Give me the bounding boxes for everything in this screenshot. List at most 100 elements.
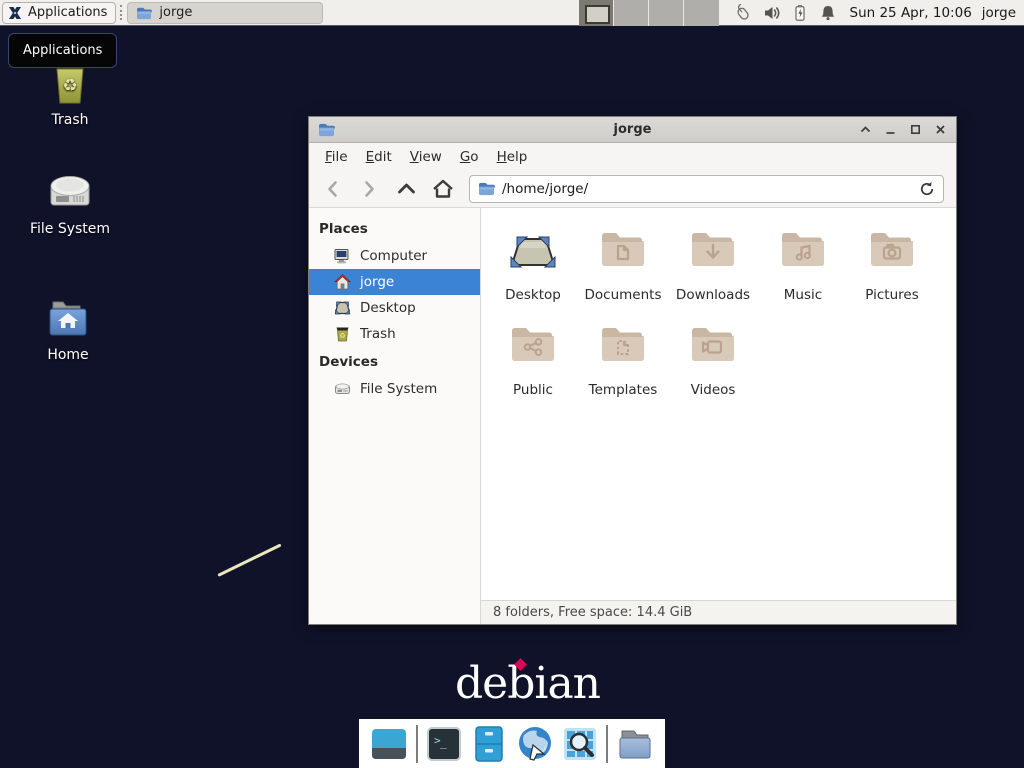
sidebar-item-desktop[interactable]: Desktop [309, 295, 480, 321]
folder-item-documents[interactable]: Documents [577, 220, 669, 303]
shade-icon[interactable] [858, 123, 872, 137]
close-icon[interactable] [933, 123, 947, 137]
tooltip-text: Applications [23, 43, 102, 58]
web-browser-icon[interactable] [516, 725, 554, 763]
right-pane: Desktop Documents Downloads Music Pictur [481, 208, 956, 624]
drive-icon [334, 381, 351, 397]
taskbar-window-label: jorge [159, 5, 192, 20]
folder-item-downloads[interactable]: Downloads [667, 220, 759, 303]
panel-drag-handle[interactable] [120, 5, 124, 20]
desktop-icon-label: Trash [52, 112, 89, 128]
menu-edit[interactable]: Edit [357, 146, 401, 168]
desktop-icon-trash[interactable]: ♻ Trash [10, 59, 130, 128]
panel-clock[interactable]: Sun 25 Apr, 10:06 [850, 5, 972, 21]
wallpaper-scratch-line [217, 543, 281, 576]
music-folder-icon [779, 228, 827, 272]
folder-icon-view[interactable]: Desktop Documents Downloads Music Pictur [481, 208, 956, 600]
up-icon[interactable] [395, 177, 417, 201]
svg-text:_: _ [440, 736, 447, 749]
menu-file[interactable]: File [316, 146, 357, 168]
downloads-folder-icon [689, 228, 737, 272]
pictures-folder-icon [868, 228, 916, 272]
workspace-1[interactable] [579, 0, 614, 26]
public-folder-icon [509, 323, 557, 367]
folder-item-pictures[interactable]: Pictures [846, 220, 938, 303]
side-pane: Places Computer jorge Desktop ♻ Trash De… [309, 208, 481, 624]
workspace-2[interactable] [614, 0, 649, 26]
file-cabinet-icon[interactable] [470, 725, 508, 763]
desktop-icon-label: Home [47, 347, 88, 363]
location-path-text: /home/jorge/ [502, 181, 588, 197]
applications-menu-button[interactable]: Applications [2, 2, 116, 24]
toolbar: /home/jorge/ [309, 170, 956, 208]
desktop-pad-icon [334, 300, 351, 316]
file-manager-window: jorge File Edit View Go Help /home/jorge… [308, 116, 957, 625]
minimize-icon[interactable] [883, 123, 897, 137]
places-header: Places [309, 214, 480, 243]
svg-text:♻: ♻ [62, 76, 77, 96]
computer-icon [334, 248, 351, 264]
sidebar-item-computer[interactable]: Computer [309, 243, 480, 269]
window-controls [858, 123, 947, 137]
desktop-icon-file-system[interactable]: File System [10, 170, 130, 237]
panel-right-group: Sun 25 Apr, 10:06 jorge [579, 0, 1024, 25]
sidebar-item-file-system[interactable]: File System [309, 376, 480, 402]
menu-help[interactable]: Help [488, 146, 537, 168]
reload-icon[interactable] [919, 181, 935, 197]
desktop-icon-home[interactable]: Home [8, 294, 128, 363]
window-body: Places Computer jorge Desktop ♻ Trash De… [309, 208, 956, 624]
home-icon[interactable] [432, 177, 454, 201]
bottom-dock: >_ [359, 719, 665, 768]
taskbar-window-button[interactable]: jorge [127, 2, 323, 24]
folder-item-label: Desktop [487, 287, 579, 303]
videos-folder-icon [689, 323, 737, 367]
folder-item-label: Pictures [846, 287, 938, 303]
battery-icon[interactable] [791, 4, 809, 22]
show-desktop-icon[interactable] [370, 725, 408, 763]
menubar: File Edit View Go Help [309, 143, 956, 170]
trash-icon: ♻ [334, 326, 351, 342]
terminal-icon[interactable]: >_ [425, 725, 463, 763]
folder-item-videos[interactable]: Videos [667, 315, 759, 398]
forward-icon[interactable] [358, 177, 380, 201]
workspace-3[interactable] [649, 0, 684, 26]
statusbar: 8 folders, Free space: 14.4 GiB [481, 600, 956, 624]
folder-item-label: Downloads [667, 287, 759, 303]
statusbar-text: 8 folders, Free space: 14.4 GiB [493, 605, 692, 620]
back-icon[interactable] [321, 177, 343, 201]
application-finder-icon[interactable] [561, 725, 599, 763]
dock-separator [606, 725, 608, 763]
maximize-icon[interactable] [908, 123, 922, 137]
folder-item-music[interactable]: Music [757, 220, 849, 303]
location-bar-input[interactable]: /home/jorge/ [469, 175, 944, 203]
directory-menu-icon[interactable] [616, 725, 654, 763]
sidebar-item-label: Trash [360, 326, 396, 342]
menu-go[interactable]: Go [451, 146, 488, 168]
volume-icon[interactable] [763, 4, 781, 22]
folder-item-label: Music [757, 287, 849, 303]
user-home-icon [334, 274, 351, 290]
location-folder-icon [478, 181, 495, 196]
documents-folder-icon [599, 228, 647, 272]
workspace-pager [579, 0, 719, 26]
debian-wallpaper-logo: debian [455, 658, 600, 709]
desktop-pad-icon [508, 234, 558, 272]
folder-item-desktop[interactable]: Desktop [487, 220, 579, 303]
folder-item-public[interactable]: Public [487, 315, 579, 398]
mouse-icon[interactable] [734, 4, 753, 22]
bell-icon[interactable] [819, 4, 837, 22]
templates-folder-icon [599, 323, 647, 367]
drive-icon [46, 170, 94, 214]
sidebar-item-label: File System [360, 381, 437, 397]
folder-icon [136, 6, 152, 20]
titlebar[interactable]: jorge [309, 117, 956, 143]
folder-item-templates[interactable]: Templates [577, 315, 669, 398]
menu-view[interactable]: View [401, 146, 451, 168]
home-folder-icon [43, 294, 93, 340]
workspace-4[interactable] [684, 0, 719, 26]
sidebar-item-jorge[interactable]: jorge [309, 269, 480, 295]
applications-menu-label: Applications [28, 5, 107, 20]
panel-username[interactable]: jorge [982, 5, 1016, 21]
sidebar-item-label: jorge [360, 274, 394, 290]
sidebar-item-trash[interactable]: ♻ Trash [309, 321, 480, 347]
